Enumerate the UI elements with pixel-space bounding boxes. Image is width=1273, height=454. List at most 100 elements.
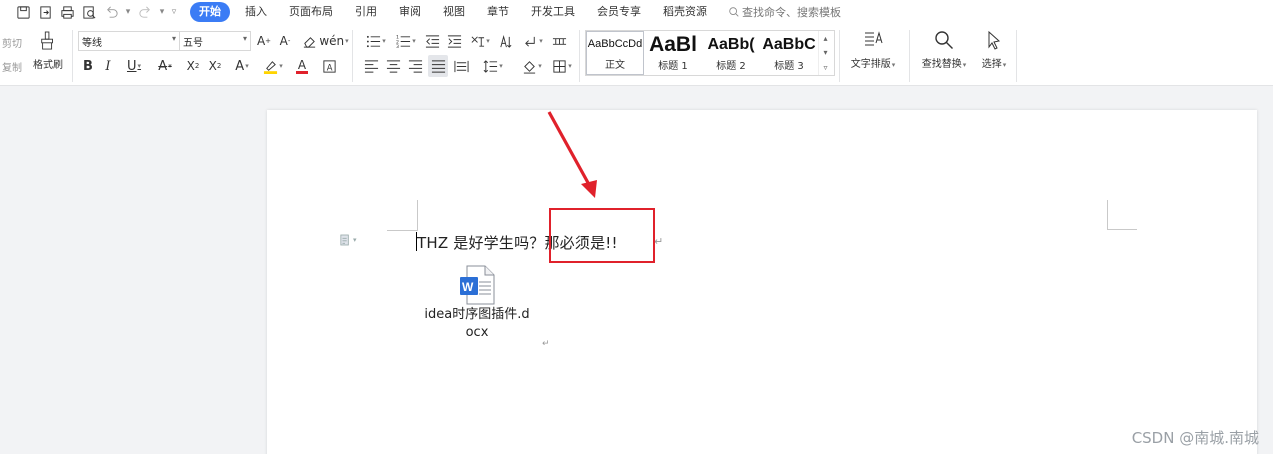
svg-text:W: W [462,280,474,294]
style-heading-3-name: 标题 3 [774,61,804,72]
style-normal[interactable]: AaBbCcDd 正文 [586,31,644,75]
eraser-icon [303,36,315,48]
underline-button[interactable]: U ▾ [122,55,146,77]
grid-icon [552,37,566,45]
redo-icon[interactable] [134,1,156,23]
chevron-down-icon[interactable]: ▾ [823,48,827,57]
shading-button[interactable]: ▾ [518,55,546,77]
text-effect-button[interactable]: A ▾ [230,55,254,77]
align-right-icon [408,59,422,73]
tab-member[interactable]: 会员专享 [586,2,652,22]
char-border-button[interactable]: A [320,55,338,77]
style-heading-1[interactable]: AaBl 标题 1 [644,31,702,75]
tab-page-layout[interactable]: 页面布局 [278,2,344,22]
style-heading-2[interactable]: AaBb( 标题 2 [702,31,760,75]
embedded-file-attachment[interactable]: W idea时序图插件.d ocx [412,265,542,342]
page-margin-mark [1107,200,1137,230]
find-replace-label: 查找替换 [921,59,962,70]
customize-qat-icon[interactable]: ▿ [168,7,180,17]
style-heading-2-preview: AaBb( [707,36,755,53]
text-layout-button[interactable]: 文字排版▾ [846,30,900,70]
annotation-arrow [547,111,597,198]
command-search-placeholder: 查找命令、搜索模板 [742,6,841,19]
format-painter-label: 格式刷 [33,60,63,71]
group-separator [72,30,73,82]
align-center-icon [386,59,400,73]
styles-scroll[interactable]: ▴ ▾ ▿ [818,31,832,75]
print-preview-icon[interactable] [78,1,100,23]
increase-indent-icon [447,34,461,48]
font-color-button[interactable]: A [290,55,314,77]
watermark-text: CSDN @南城.南城 [1131,429,1259,447]
distribute-icon [453,60,469,72]
attachment-filename-line-1: idea时序图插件.d [424,307,530,322]
highlight-color-button[interactable]: ▾ [260,55,286,77]
style-heading-2-name: 标题 2 [716,61,746,72]
tab-developer[interactable]: 开发工具 [520,2,586,22]
pinyin-guide-button[interactable]: wén ▾ [319,30,348,52]
borders-button[interactable]: ▾ [548,55,576,77]
table-grid-button[interactable] [550,30,568,52]
char-border-icon: A [322,59,336,73]
italic-button[interactable]: I [100,55,116,77]
format-painter-button[interactable]: 格式刷 [31,30,65,71]
group-separator [1016,30,1017,82]
attachment-filename-line-2: ocx [465,325,489,340]
command-search[interactable]: 查找命令、搜索模板 [728,4,841,20]
tab-view[interactable]: 视图 [432,2,476,22]
numbered-list-button[interactable]: 1 2 3 ▾ [392,30,420,52]
align-right-button[interactable] [406,55,424,77]
copy-button[interactable]: 复制 [2,59,22,74]
expand-icon[interactable]: ▿ [823,63,827,72]
tab-references[interactable]: 引用 [344,2,388,22]
grow-font-button[interactable]: A + [256,30,272,52]
page-margin-mark [387,230,417,231]
chinese-layout-button[interactable]: ▾ [467,30,493,52]
document-page[interactable]: ▾ THZ 是好学生吗？那必须是!! ↵ W idea时序图插件.d ocx ↵ [267,110,1257,454]
select-button[interactable]: 选择▾ [976,30,1012,70]
paragraph-handle-icon[interactable]: ▾ [340,234,357,246]
export-icon[interactable] [34,1,56,23]
tab-insert[interactable]: 插入 [234,2,278,22]
undo-dropdown-icon[interactable]: ▾ [122,7,134,17]
highlighter-icon [264,60,278,74]
paragraph-mark-button[interactable]: ▾ [520,30,546,52]
bold-button[interactable]: B [80,55,96,77]
superscript-button[interactable]: X2 [184,55,202,77]
tab-home[interactable]: 开始 [190,2,230,22]
redo-dropdown-icon[interactable]: ▾ [156,7,168,17]
undo-icon[interactable] [100,1,122,23]
cut-button[interactable]: 剪切 [2,35,22,50]
chevron-up-icon[interactable]: ▴ [823,34,827,43]
find-replace-button[interactable]: 查找替换▾ [916,30,972,70]
strikethrough-button[interactable]: A ▾ [154,55,176,77]
style-heading-3[interactable]: AaBbC 标题 3 [760,31,818,75]
justify-button[interactable] [428,55,448,77]
group-separator [352,30,353,82]
shrink-font-button[interactable]: A- [277,30,293,52]
print-icon[interactable] [56,1,78,23]
align-left-button[interactable] [362,55,380,77]
subscript-button[interactable]: X2 [206,55,224,77]
align-center-button[interactable] [384,55,402,77]
line-spacing-button[interactable]: ▾ [480,55,506,77]
format-painter-icon [41,31,53,50]
decrease-indent-button[interactable] [423,30,441,52]
text-layout-icon [865,31,883,46]
distribute-button[interactable] [452,55,470,77]
clear-format-button[interactable] [300,30,318,52]
increase-indent-button[interactable] [445,30,463,52]
tab-chapter[interactable]: 章节 [476,2,520,22]
tab-docer-resources[interactable]: 稻壳资源 [652,2,718,22]
svg-text:3: 3 [396,44,399,49]
font-size-select[interactable]: 五号 ▾ [179,31,251,51]
font-family-select[interactable]: 等线 ▾ [78,31,180,51]
annotation-highlight-box [549,208,655,263]
search-icon [935,31,953,49]
sort-button[interactable] [496,30,514,52]
decrease-indent-icon [425,34,439,48]
align-left-icon [364,59,378,73]
save-icon[interactable] [12,1,34,23]
tab-review[interactable]: 审阅 [388,2,432,22]
bullet-list-button[interactable]: ▾ [362,30,390,52]
